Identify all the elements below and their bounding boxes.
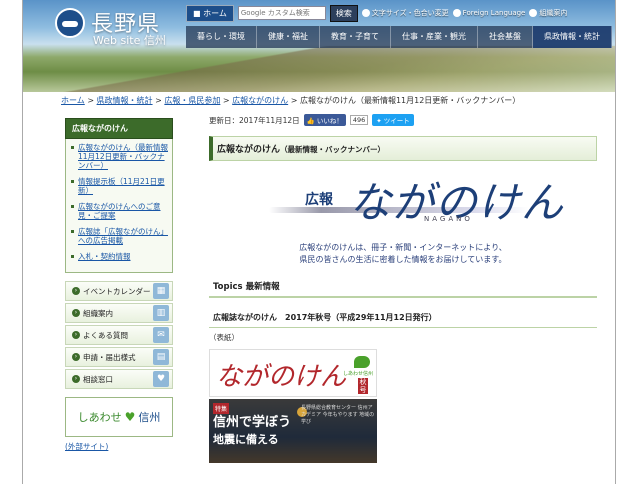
shinshu-banner[interactable]: しあわせ ♥ 信州: [65, 397, 173, 437]
breadcrumb: ホーム > 県政情報・統計 > 広報・県民参加 > 広報ながのけん > 広報なが…: [61, 96, 521, 105]
search-button[interactable]: 検索: [329, 4, 358, 22]
external-site-link[interactable]: (外部サイト): [65, 441, 173, 452]
intro-text: 広報ながのけんは、冊子・新聞・インターネットにより、 県民の皆さんの生活に密着し…: [299, 243, 507, 264]
document-icon: ▤: [153, 349, 169, 365]
sidebar-item-board[interactable]: 情報提示板（11月21日更新）: [70, 177, 168, 195]
banner-roman: NAGANO: [424, 215, 473, 223]
like-count: 496: [349, 115, 369, 125]
nav-education[interactable]: 教育・子育て: [320, 26, 391, 48]
page-meta: 更新日：2017年11月12日 👍 いいね！ 496 ✦ ツイート: [209, 114, 597, 126]
breadcrumb-current: 広報ながのけん（最新情報11月12日更新・バックナンバー）: [299, 96, 521, 105]
breadcrumb-pr[interactable]: 広報・県民参加: [164, 96, 220, 105]
event-calendar-link[interactable]: › イベントカレンダー ▦: [65, 281, 173, 301]
chevron-right-icon: ›: [72, 353, 80, 361]
chevron-right-icon: ›: [72, 331, 80, 339]
forms-link[interactable]: › 申請・届出様式 ▤: [65, 347, 173, 367]
top-utility-bar: ■ ホーム 検索 文字サイズ・色合い変更 Foreign Language 組織…: [186, 4, 613, 22]
chat-icon: ✉: [153, 327, 169, 343]
hero-banner: 長野県 Web site 信州 ■ ホーム 検索 文字サイズ・色合い変更 For…: [23, 0, 615, 92]
circle-bullet-icon: [361, 9, 370, 17]
home-icon: ■: [193, 8, 204, 18]
breadcrumb-koho[interactable]: 広報ながのけん: [232, 96, 288, 105]
cover-top: ながのけん しあわせ信州 秋号: [209, 349, 377, 397]
sidebar-item-latest[interactable]: 広報ながのけん（最新情報11月12日更新・バックナンバー）: [70, 143, 168, 170]
updated-date: 更新日：2017年11月12日: [209, 115, 300, 125]
page-title: 広報ながのけん（最新情報・バックナンバー）: [209, 136, 597, 161]
breadcrumb-home[interactable]: ホーム: [61, 96, 85, 105]
chevron-right-icon: ›: [72, 309, 80, 317]
sidebar-item-feedback[interactable]: 広報ながのけんへのご意見・ご提案: [70, 202, 168, 220]
home-button[interactable]: ■ ホーム: [186, 4, 234, 22]
thumbs-up-icon: 👍: [306, 117, 317, 125]
issue-heading: 広報誌ながのけん 2017年秋号（平成29年11月12日発行）: [209, 308, 597, 328]
tweet-button[interactable]: ✦ ツイート: [372, 114, 414, 126]
global-nav: 暮らし・環境 健康・福祉 教育・子育て 仕事・産業・観光 社会基盤 県政情報・統…: [186, 26, 612, 48]
koho-logo-banner: 広報 ながのけん NAGANO: [209, 167, 597, 242]
text-size-link[interactable]: 文字サイズ・色合い変更: [361, 8, 449, 18]
org-link[interactable]: 組織案内: [529, 8, 567, 18]
org-guide-link[interactable]: › 組織案内 ▥: [65, 303, 173, 323]
sidebar-list: 広報ながのけん（最新情報11月12日更新・バックナンバー） 情報提示板（11月2…: [65, 139, 173, 273]
main-column: 更新日：2017年11月12日 👍 いいね！ 496 ✦ ツイート 広報ながのけ…: [209, 114, 597, 463]
sidebar: 広報ながのけん 広報ながのけん（最新情報11月12日更新・バックナンバー） 情報…: [65, 118, 173, 452]
sidebar-title: 広報ながのけん: [65, 118, 173, 139]
logo-subtitle: Web site 信州: [93, 34, 166, 47]
quick-links: › イベントカレンダー ▦ › 組織案内 ▥ › よくある質問 ✉ › 申請・届出様式 …: [65, 281, 173, 389]
chevron-right-icon: ›: [72, 375, 80, 383]
page-frame: 長野県 Web site 信州 ■ ホーム 検索 文字サイズ・色合い変更 For…: [22, 0, 616, 484]
nav-infrastructure[interactable]: 社会基盤: [478, 26, 533, 48]
heart-icon: ♥: [124, 410, 136, 424]
content-area: 広報ながのけん 広報ながのけん（最新情報11月12日更新・バックナンバー） 情報…: [61, 110, 597, 484]
sidebar-item-ads[interactable]: 広報誌「広報ながのけん」への広告掲載: [70, 227, 168, 245]
twitter-icon: ✦: [376, 117, 384, 125]
nav-work[interactable]: 仕事・産業・観光: [391, 26, 478, 48]
calendar-icon: ▦: [153, 283, 169, 299]
nav-health[interactable]: 健康・福祉: [257, 26, 320, 48]
building-icon: ▥: [153, 305, 169, 321]
circle-bullet-icon: [529, 9, 538, 17]
nav-living[interactable]: 暮らし・環境: [186, 26, 257, 48]
cover-note: （表紙）: [209, 333, 239, 342]
faq-link[interactable]: › よくある質問 ✉: [65, 325, 173, 345]
prefecture-emblem-icon: [55, 8, 85, 38]
breadcrumb-government[interactable]: 県政情報・統計: [97, 96, 153, 105]
facebook-like-button[interactable]: 👍 いいね！: [303, 114, 346, 126]
banner-small-text: 広報: [305, 192, 333, 208]
foreign-language-link[interactable]: Foreign Language: [452, 9, 525, 17]
cover-feature: 特集 信州で学ぼう 地震に備える 長野県総合教育センター 信州アカデミア 今年も…: [209, 399, 377, 463]
consultation-link[interactable]: › 相談窓口 ♥: [65, 369, 173, 389]
site-logo[interactable]: 長野県 Web site 信州: [55, 8, 195, 47]
circle-bullet-icon: [452, 9, 461, 17]
leaf-icon: [354, 356, 370, 368]
search-input[interactable]: [237, 6, 326, 20]
mountain-landscape: [23, 46, 615, 92]
topics-heading: Topics 最新情報: [209, 276, 597, 298]
heart-icon: ♥: [153, 371, 169, 387]
cover-image[interactable]: ながのけん しあわせ信州 秋号 特集 信州で学ぼう 地震に備える 長野県総合教育…: [209, 349, 377, 463]
chevron-right-icon: ›: [72, 287, 80, 295]
sidebar-item-bidding[interactable]: 入札・契約情報: [70, 252, 168, 261]
nav-government[interactable]: 県政情報・統計: [533, 26, 612, 48]
